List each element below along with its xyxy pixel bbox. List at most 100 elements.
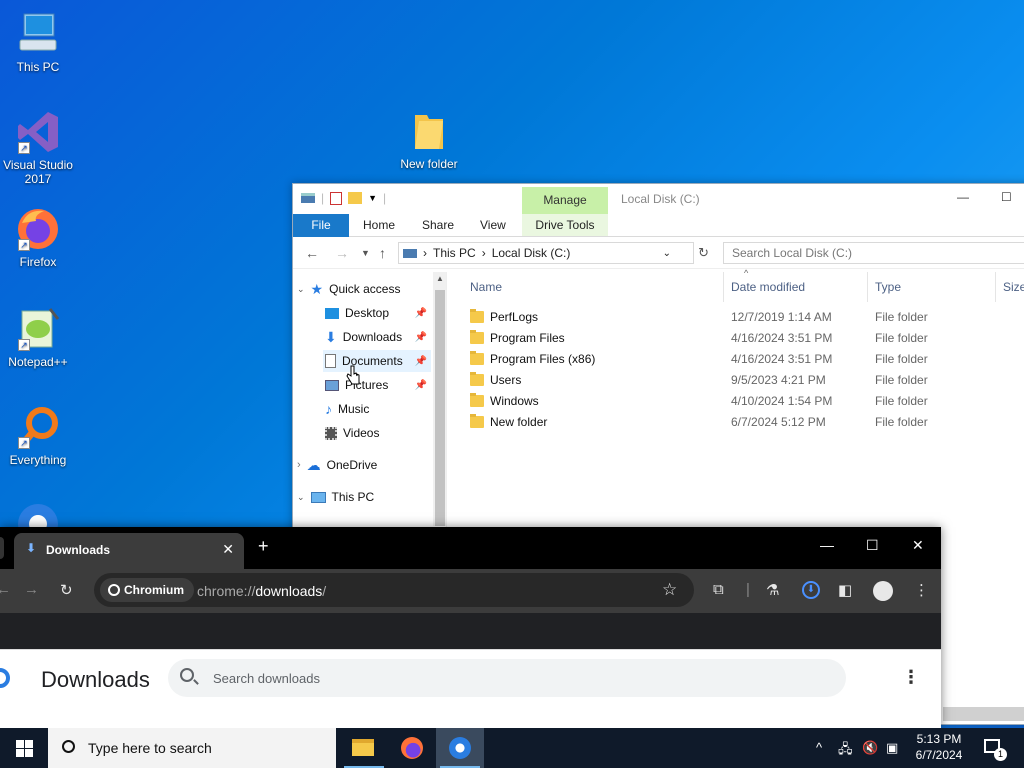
taskbar-firefox[interactable] (388, 728, 436, 768)
side-panel-icon[interactable]: ◧ (838, 581, 852, 599)
address-dropdown-icon[interactable]: ⌄ (663, 248, 671, 259)
shortcut-arrow-icon: ↗ (18, 437, 30, 449)
tab-file[interactable]: File (293, 214, 349, 237)
nav-onedrive[interactable]: › ☁ OneDrive (297, 454, 377, 476)
pin-icon[interactable]: 📌 (415, 356, 427, 367)
tab-home[interactable]: Home (363, 218, 395, 232)
file-row[interactable]: Users 9/5/2023 4:21 PM File folder (468, 370, 1024, 391)
address-bar[interactable]: › This PC › Local Disk (C:) ⌄ ↻ (398, 242, 709, 264)
up-arrow-icon[interactable]: ↑ (379, 245, 386, 261)
desktop-icon-this-pc[interactable]: This PC (0, 10, 76, 74)
omnibox[interactable]: Chromium chrome://downloads/ ☆ (94, 573, 694, 607)
chevron-down-icon[interactable]: ⌄ (297, 492, 305, 503)
tab-view[interactable]: View (480, 218, 506, 232)
nav-downloads[interactable]: ⬇ Downloads 📌 (325, 326, 429, 348)
desktop-icon-new-folder[interactable]: New folder (391, 107, 467, 171)
scroll-up-icon[interactable]: ▲ (436, 274, 444, 283)
extensions-puzzle-icon[interactable]: ⧉ (713, 581, 724, 598)
column-divider[interactable] (867, 272, 868, 302)
file-row[interactable]: Program Files 4/16/2024 3:51 PM File fol… (468, 328, 1024, 349)
new-tab-icon[interactable]: + (258, 536, 269, 557)
tab-downloads[interactable]: ⬇ Downloads ✕ (14, 533, 244, 569)
tab-manage[interactable]: Manage (522, 187, 608, 214)
file-row[interactable]: Program Files (x86) 4/16/2024 3:51 PM Fi… (468, 349, 1024, 370)
file-date: 12/7/2019 1:14 AM (731, 310, 832, 324)
tab-search-icon[interactable] (0, 537, 4, 559)
nav-pictures[interactable]: Pictures 📌 (325, 374, 429, 396)
file-row[interactable]: Windows 4/10/2024 1:54 PM File folder (468, 391, 1024, 412)
maximize-icon[interactable]: ☐ (866, 537, 879, 554)
explorer-search-input[interactable]: Search Local Disk (C:) (723, 242, 1024, 264)
recent-locations-icon[interactable]: ▼ (361, 248, 370, 258)
breadcrumb-local-disk[interactable]: Local Disk (C:) (492, 246, 571, 260)
download-progress-icon[interactable]: ⬇ (802, 581, 820, 599)
column-header-size[interactable]: Size (1003, 280, 1024, 294)
scrollbar-thumb[interactable] (435, 290, 445, 526)
pin-icon[interactable]: 📌 (415, 380, 427, 391)
customize-qat-icon[interactable]: ▼ (368, 193, 377, 203)
column-header-date-modified[interactable]: Date modified (731, 280, 805, 294)
back-arrow-icon[interactable]: ← (0, 581, 11, 598)
desktop-icon-firefox[interactable]: ↗ Firefox (0, 205, 76, 269)
maximize-icon[interactable]: ☐ (1001, 190, 1012, 204)
file-type: File folder (875, 394, 928, 408)
chevron-right-icon[interactable]: › (297, 459, 301, 471)
chevron-right-icon[interactable]: › (482, 246, 486, 260)
column-divider[interactable] (995, 272, 996, 302)
horizontal-scrollbar[interactable] (943, 707, 1024, 721)
refresh-icon[interactable]: ↻ (698, 245, 709, 261)
kebab-menu-icon[interactable]: ⋮ (914, 581, 929, 599)
properties-icon[interactable] (330, 191, 343, 205)
nav-this-pc[interactable]: ⌄ This PC (297, 486, 374, 508)
new-folder-qat-icon[interactable] (348, 192, 363, 204)
pin-icon[interactable]: 📌 (415, 308, 427, 319)
file-row[interactable]: New folder 6/7/2024 5:12 PM File folder (468, 412, 1024, 433)
nav-documents[interactable]: Documents 📌 (323, 350, 431, 372)
pin-icon[interactable]: 📌 (415, 332, 427, 343)
system-clock[interactable]: 5:13 PM 6/7/2024 (905, 731, 973, 763)
downloads-page: Downloads Search downloads ⋮ (0, 649, 941, 728)
nav-videos[interactable]: Videos (325, 422, 379, 444)
url-text[interactable]: chrome://downloads/ (197, 583, 326, 599)
pictures-icon (325, 379, 339, 391)
breadcrumb-this-pc[interactable]: This PC (433, 246, 476, 260)
column-divider[interactable] (723, 272, 724, 302)
file-row[interactable]: PerfLogs 12/7/2019 1:14 AM File folder (468, 307, 1024, 328)
forward-arrow-icon[interactable]: → (335, 245, 349, 261)
bookmark-star-icon[interactable]: ☆ (662, 580, 677, 600)
tab-share[interactable]: Share (422, 218, 454, 232)
notepad-plus-plus-icon: ↗ (14, 305, 62, 353)
tab-drive-tools[interactable]: Drive Tools (522, 214, 608, 236)
taskbar-search-box[interactable]: Type here to search (48, 728, 336, 768)
desktop-icon-notepad-plus-plus[interactable]: ↗ Notepad++ (0, 305, 76, 369)
close-icon[interactable]: ✕ (912, 537, 924, 554)
minimize-icon[interactable]: — (957, 190, 969, 204)
nav-music[interactable]: ♪ Music (325, 398, 369, 420)
forward-arrow-icon[interactable]: → (24, 581, 39, 598)
network-icon[interactable]: 🖧 (838, 740, 853, 762)
profile-avatar-icon[interactable] (873, 581, 893, 601)
show-hidden-icons-icon[interactable]: ^ (816, 740, 822, 755)
minimize-icon[interactable]: — (820, 537, 834, 553)
volume-muted-icon[interactable]: 🔇 (862, 740, 878, 756)
taskbar-chromium[interactable] (436, 728, 484, 768)
back-arrow-icon[interactable]: ← (305, 245, 319, 261)
more-options-icon[interactable]: ⋮ (902, 667, 920, 688)
nav-pane-scrollbar[interactable]: ▲ (433, 272, 446, 526)
taskbar-file-explorer[interactable] (340, 728, 388, 768)
nav-desktop[interactable]: Desktop 📌 (325, 302, 429, 324)
start-button[interactable] (0, 728, 48, 768)
chevron-down-icon[interactable]: ⌄ (297, 284, 305, 295)
desktop-icon-visual-studio[interactable]: ↗ Visual Studio 2017 (0, 108, 76, 186)
downloads-search-input[interactable]: Search downloads (168, 659, 846, 697)
chevron-right-icon[interactable]: › (423, 246, 427, 260)
nav-quick-access[interactable]: ⌄ ★ Quick access (297, 278, 400, 300)
flask-labs-icon[interactable]: ⚗ (766, 581, 779, 599)
column-header-name[interactable]: Name (470, 280, 502, 294)
close-tab-icon[interactable]: ✕ (222, 541, 234, 558)
site-chip[interactable]: Chromium (100, 578, 194, 602)
desktop-icon-everything[interactable]: ↗ Everything (0, 403, 76, 467)
reload-icon[interactable]: ↻ (60, 581, 73, 599)
display-icon[interactable]: ▣ (886, 740, 898, 756)
column-header-type[interactable]: Type (875, 280, 901, 294)
